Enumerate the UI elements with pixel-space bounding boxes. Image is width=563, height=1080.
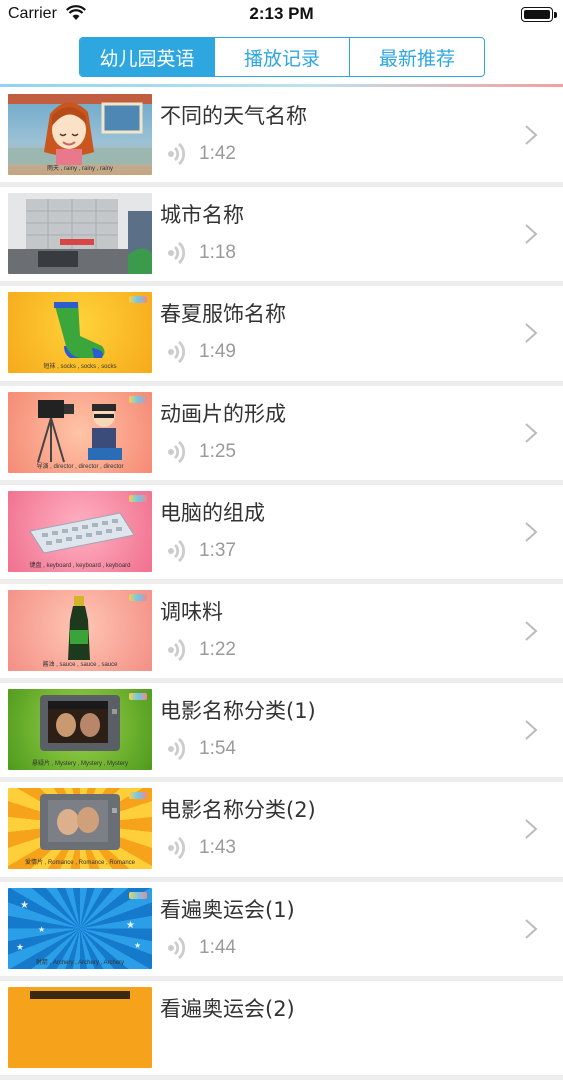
header-divider <box>0 84 563 87</box>
item-duration: 1:54 <box>199 738 236 760</box>
audio-icon <box>168 638 186 662</box>
item-title: 电脑的组成 <box>160 500 265 525</box>
chevron-right-icon <box>525 125 538 145</box>
audio-icon <box>168 242 186 265</box>
svg-text:★: ★ <box>16 943 24 953</box>
list-item[interactable]: ★ ★ ★ ★ ★ 射箭 , Archery , Archery , Arche… <box>0 881 563 981</box>
battery-icon <box>521 7 557 22</box>
chevron-right-icon <box>525 422 538 443</box>
chevron-right-icon <box>525 224 538 244</box>
item-title: 动画片的形成 <box>160 401 286 426</box>
chevron-right-icon <box>525 918 538 939</box>
video-list[interactable]: 雨天 , rainy , rainy , rainy 不同的天气名称 1:42 <box>0 88 563 1080</box>
list-item[interactable]: 看遍奥运会(2) <box>0 980 563 1080</box>
brand-logo <box>129 296 147 304</box>
battery-level <box>524 10 550 19</box>
thumbnail-caption: 悬疑片 , Mystery , Mystery , Mystery <box>31 761 128 768</box>
chevron-right-icon <box>525 323 538 344</box>
svg-text:★: ★ <box>38 925 45 934</box>
thumbnail-caption: 短袜 , socks , socks , socks <box>43 364 117 371</box>
tab-latest-recommendations[interactable]: 最新推荐 <box>350 38 484 76</box>
item-duration: 1:44 <box>199 936 236 958</box>
thumbnail-caption: 射箭 , Archery , Archery , Archery <box>35 959 125 966</box>
item-duration: 1:22 <box>199 638 236 660</box>
status-time: 2:13 PM <box>249 4 314 23</box>
svg-text:★: ★ <box>20 900 29 911</box>
sign-icon <box>30 990 130 999</box>
tab-kindergarten-english[interactable]: 幼儿园英语 <box>80 38 215 76</box>
thumbnail-caption: 酱油 , sauce , sauce , sauce <box>42 661 118 668</box>
chevron-right-icon <box>525 819 538 840</box>
thumbnail-tv-mystery: 悬疑片 , Mystery , Mystery , Mystery <box>8 689 152 771</box>
status-bar: Carrier 2:13 PM <box>0 0 563 30</box>
tab-play-history[interactable]: 播放记录 <box>215 38 350 76</box>
svg-text:★: ★ <box>134 941 141 950</box>
chevron-right-icon <box>525 621 538 641</box>
thumbnail-keyboard: 键盘 , keyboard , keyboard , keyboard <box>8 490 152 572</box>
list-item[interactable]: 爱情片 , Romance , Romance , Romance 电影名称分类… <box>0 782 563 882</box>
svg-text:★: ★ <box>126 920 135 931</box>
thumbnail-archery: ★ ★ ★ ★ ★ 射箭 , Archery , Archery , Arche… <box>8 887 152 969</box>
list-item[interactable]: 酱油 , sauce , sauce , sauce 调味料 1:22 <box>0 583 563 684</box>
list-item[interactable]: 键盘 , keyboard , keyboard , keyboard 电脑的组… <box>0 484 563 584</box>
audio-icon <box>168 440 186 463</box>
item-title: 城市名称 <box>160 203 244 228</box>
item-duration: 1:42 <box>199 143 236 164</box>
list-item[interactable]: 导演 , director , director , director 动画片的… <box>0 385 563 485</box>
brand-logo <box>129 494 147 502</box>
thumbnail-sauce: 酱油 , sauce , sauce , sauce <box>8 589 152 671</box>
thumbnail-girl-rain: 雨天 , rainy , rainy , rainy <box>8 94 152 175</box>
brand-logo <box>129 593 147 601</box>
tab-segmented-control: 幼儿园英语 播放记录 最新推荐 <box>79 37 485 77</box>
audio-icon <box>168 738 186 761</box>
list-item[interactable]: 雨天 , rainy , rainy , rainy 不同的天气名称 1:42 <box>0 88 563 188</box>
brand-logo <box>129 891 147 899</box>
thumbnail-caption: 爱情片 , Romance , Romance , Romance <box>24 860 136 867</box>
building-icon <box>8 193 152 275</box>
thumbnail-caption: 雨天 , rainy , rainy , rainy <box>46 166 114 172</box>
brand-logo <box>129 395 147 403</box>
thumbnail-building <box>8 193 152 275</box>
thumbnail-sock: 短袜 , socks , socks , socks <box>8 292 152 374</box>
thumbnail-caption: 导演 , director , director , director <box>36 463 124 470</box>
item-title: 不同的天气名称 <box>160 104 307 128</box>
audio-icon <box>168 341 186 364</box>
item-title: 电影名称分类(1) <box>160 699 316 724</box>
thumbnail-director: 导演 , director , director , director <box>8 391 152 473</box>
item-duration: 1:43 <box>199 837 236 859</box>
audio-icon <box>168 837 186 860</box>
item-title: 春夏服饰名称 <box>160 302 286 327</box>
audio-icon <box>168 936 186 959</box>
item-title: 调味料 <box>160 599 223 624</box>
item-duration: 1:49 <box>199 341 236 363</box>
item-duration: 1:37 <box>199 539 236 561</box>
list-item[interactable]: 城市名称 1:18 <box>0 187 563 287</box>
chevron-right-icon <box>525 720 538 740</box>
item-duration: 1:18 <box>199 242 236 264</box>
thumbnail-tv-romance: 爱情片 , Romance , Romance , Romance <box>8 788 152 870</box>
audio-icon <box>168 539 186 562</box>
item-title: 电影名称分类(2) <box>160 798 316 823</box>
list-item[interactable]: 短袜 , socks , socks , socks 春夏服饰名称 1:49 <box>0 286 563 386</box>
thumbnail-caption: 键盘 , keyboard , keyboard , keyboard <box>29 562 131 569</box>
brand-logo <box>129 792 147 800</box>
thumbnail-olympics <box>8 986 152 1068</box>
item-title: 看遍奥运会(1) <box>160 897 295 922</box>
list-item[interactable]: 悬疑片 , Mystery , Mystery , Mystery 电影名称分类… <box>0 683 563 783</box>
audio-icon <box>168 142 186 166</box>
item-title: 看遍奥运会(2) <box>160 996 295 1021</box>
brand-logo <box>129 693 147 701</box>
item-duration: 1:25 <box>199 440 236 462</box>
chevron-right-icon <box>525 522 538 542</box>
